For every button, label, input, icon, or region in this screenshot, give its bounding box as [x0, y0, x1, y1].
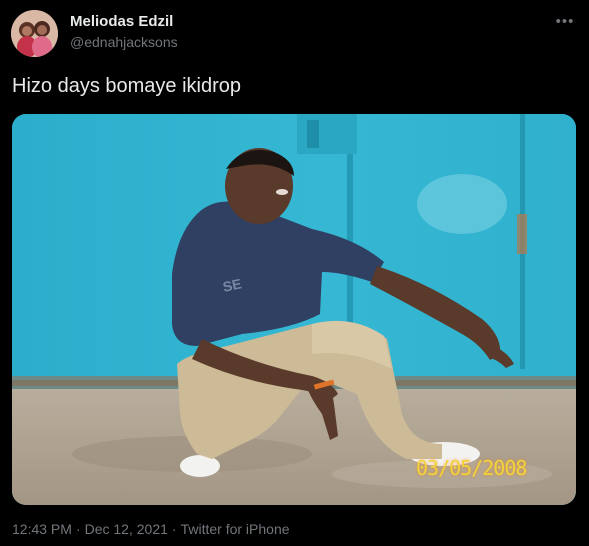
photo-image: SE — [12, 114, 576, 505]
tweet-header: Meliodas Edzil @ednahjacksons ••• — [0, 0, 589, 64]
avatar-image — [11, 10, 58, 57]
tweet-time[interactable]: 12:43 PM — [12, 521, 72, 537]
photo-date-stamp: 03/05/2008 — [416, 456, 527, 480]
tweet-text: Hizo days bomaye ikidrop — [12, 75, 241, 97]
tweet-date[interactable]: Dec 12, 2021 — [85, 521, 168, 537]
author-handle[interactable]: @ednahjacksons — [70, 34, 178, 50]
tweet-meta: 12:43 PM · Dec 12, 2021 · Twitter for iPhone — [12, 521, 290, 537]
meta-separator: · — [75, 521, 81, 537]
more-horizontal-icon[interactable]: ••• — [555, 13, 575, 30]
author-name[interactable]: Meliodas Edzil — [70, 13, 173, 30]
tweet-media-photo[interactable]: SE 03/05/2008 — [12, 114, 576, 505]
avatar[interactable] — [11, 10, 58, 57]
meta-separator: · — [171, 521, 177, 537]
tweet-source[interactable]: Twitter for iPhone — [181, 521, 290, 537]
